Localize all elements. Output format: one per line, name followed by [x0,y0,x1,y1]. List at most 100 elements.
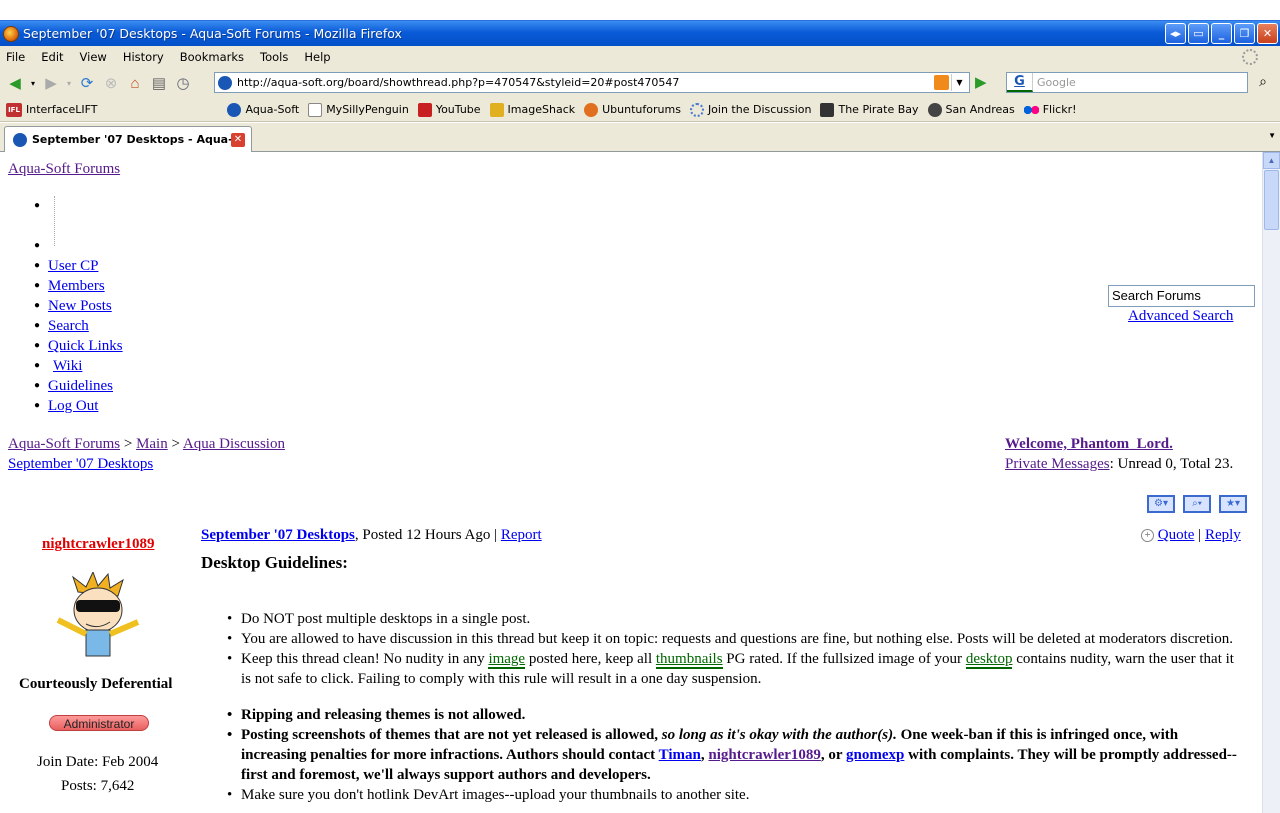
report-link[interactable]: Report [501,527,542,543]
youtube-icon [417,102,432,117]
menu-tools[interactable]: Tools [260,50,288,64]
nav-search[interactable]: Search [48,318,89,334]
quote-link[interactable]: Quote [1158,527,1195,543]
address-bar[interactable]: http://aqua-soft.org/board/showthread.ph… [214,72,970,93]
menu-edit[interactable]: Edit [41,50,63,64]
close-button[interactable]: ✕ [1257,23,1278,44]
extra-window-icon[interactable]: ◂▸ [1165,23,1186,44]
tab-list-dropdown-icon[interactable]: ▼ [1268,131,1276,140]
google-icon[interactable]: G [1007,73,1033,92]
forward-button[interactable]: ▶ [40,72,62,94]
thread-tools-icon[interactable]: ⚙▾ [1147,495,1175,513]
tab-bar: September '07 Desktops - Aqua-... ✕ ▼ [0,123,1280,152]
forum-search-input[interactable]: Search Forums [1108,285,1255,307]
stop-button[interactable]: ⊗ [100,72,122,94]
breadcrumb-main[interactable]: Main [136,436,168,452]
empty-bullet: ● [34,240,41,251]
scroll-thumb[interactable] [1264,170,1279,230]
bookmark-interfacelift[interactable]: IFL InterfaceLIFT [6,102,97,117]
url-dropdown-icon[interactable]: ▼ [951,74,967,91]
history-clock-icon[interactable]: ◷ [172,72,194,94]
nightcrawler-link[interactable]: nightcrawler1089 [708,747,820,763]
reply-link[interactable]: Reply [1205,527,1241,543]
tab-close-icon[interactable]: ✕ [231,132,245,147]
desktop-link[interactable]: desktop [965,651,1013,669]
bookmark-piratebay[interactable]: The Pirate Bay [820,102,919,117]
flickr-icon [1023,102,1039,117]
bookmark-youtube[interactable]: YouTube [417,102,481,117]
rule-5: Posting screenshots of themes that are n… [227,725,1241,785]
rule-4: Ripping and releasing themes is not allo… [227,705,1241,725]
user-title: Courteously Deferential [19,676,173,692]
forward-dropdown-icon[interactable]: ▾ [64,72,74,94]
search-engine-box[interactable]: G Google [1006,72,1248,93]
nav-wiki[interactable]: Wiki [48,358,87,374]
thumbnails-link[interactable]: thumbnails [655,651,723,669]
menu-help[interactable]: Help [304,50,330,64]
site-home-link[interactable]: Aqua-Soft Forums [8,161,120,178]
post-header: September '07 Desktops, Posted 12 Hours … [201,527,542,543]
bookmark-sanandreas[interactable]: San Andreas [927,102,1015,117]
advanced-search-link[interactable]: Advanced Search [1128,308,1233,325]
home-button[interactable]: ⌂ [124,72,146,94]
bookmark-aquasoft[interactable]: Aqua-Soft [227,102,299,117]
page-icon [308,102,323,117]
rule-3: Keep this thread clean! No nudity in any… [227,649,1241,689]
image-link[interactable]: image [488,651,526,669]
back-dropdown-icon[interactable]: ▾ [28,72,38,94]
guidelines-list-2: Ripping and releasing themes is not allo… [227,705,1241,805]
minimize-button[interactable]: _ [1211,23,1232,44]
nav-quick-links[interactable]: Quick Links [48,338,123,354]
menu-history[interactable]: History [123,50,164,64]
maximize-button[interactable]: ❐ [1234,23,1255,44]
breadcrumb-thread[interactable]: September '07 Desktops [8,456,153,473]
navigation-toolbar: ◀ ▾ ▶ ▾ ⟳ ⊗ ⌂ ▤ ◷ http://aqua-soft.org/b… [0,68,1280,98]
timan-link[interactable]: Timan [659,747,701,763]
bookmark-join-discussion[interactable]: Join the Discussion [689,102,811,117]
nav-guidelines[interactable]: Guidelines [48,378,113,394]
menu-view[interactable]: View [80,50,107,64]
menu-bookmarks[interactable]: Bookmarks [180,50,244,64]
back-button[interactable]: ◀ [4,72,26,94]
ifl-icon: IFL [6,102,22,117]
bookmark-flickr[interactable]: Flickr! [1023,102,1077,117]
post-thread-link[interactable]: September '07 Desktops [201,527,355,543]
restore-window-icon[interactable]: ▭ [1188,23,1209,44]
breadcrumb-aqua-discussion[interactable]: Aqua Discussion [183,436,285,452]
search-thread-icon[interactable]: ⌕▾ [1183,495,1211,513]
tab-title: September '07 Desktops - Aqua-... [32,133,231,146]
rule-1: Do NOT post multiple desktops in a singl… [227,609,1241,629]
search-magnifier-icon[interactable]: ⌕ [1252,73,1274,93]
menu-file[interactable]: File [6,50,25,64]
nav-bullets: ● ● ● ● ● ● ● ● [34,260,41,411]
bookmark-ubuntuforums[interactable]: Ubuntuforums [584,102,681,117]
reload-button[interactable]: ⟳ [76,72,98,94]
tab-active[interactable]: September '07 Desktops - Aqua-... ✕ [4,126,252,152]
go-button[interactable]: ▶ [975,74,995,92]
nav-members[interactable]: Members [48,278,105,294]
rate-thread-icon[interactable]: ★▾ [1219,495,1247,513]
vertical-scrollbar[interactable]: ▲ [1262,152,1280,813]
bookmark-imageshack[interactable]: ImageShack [489,102,575,117]
private-messages-link[interactable]: Private Messages [1005,456,1110,472]
admin-badge: Administrator [49,715,149,731]
breadcrumb-forums[interactable]: Aqua-Soft Forums [8,436,120,452]
scroll-up-icon[interactable]: ▲ [1263,152,1280,169]
bookmark-mysillypenguin[interactable]: MySillyPenguin [308,102,409,117]
rule-6: Make sure you don't hotlink DevArt image… [227,785,1241,805]
ubuntu-icon [584,102,599,117]
window-title: September '07 Desktops - Aqua-Soft Forum… [23,26,402,41]
window-titlebar: September '07 Desktops - Aqua-Soft Forum… [0,20,1280,46]
nav-new-posts[interactable]: New Posts [48,298,112,314]
gear-icon [689,102,704,117]
pm-status: Private Messages: Unread 0, Total 23. [1005,456,1234,472]
print-button[interactable]: ▤ [148,72,170,94]
user-join-date: Join Date: Feb 2004 [37,754,159,770]
nav-user-cp[interactable]: User CP [48,258,98,274]
welcome-link[interactable]: Welcome, Phantom_Lord. [1005,436,1173,453]
post-author-link[interactable]: nightcrawler1089 [42,536,154,553]
quote-plus-icon[interactable]: + [1141,529,1154,542]
rss-feed-icon[interactable] [934,75,949,90]
gnomexp-link[interactable]: gnomexp [846,747,904,763]
nav-log-out[interactable]: Log Out [48,398,98,414]
